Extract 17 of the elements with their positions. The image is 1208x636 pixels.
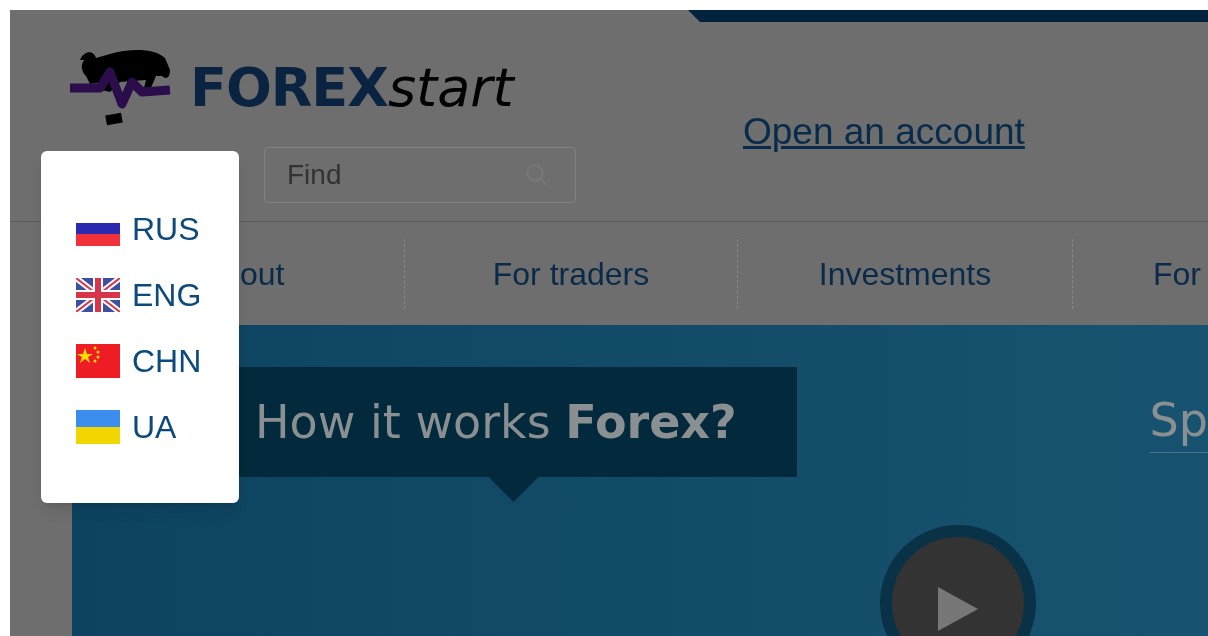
language-option[interactable]: RUS: [76, 212, 239, 246]
language-option[interactable]: CHN: [76, 344, 239, 378]
flag-icon: [76, 344, 120, 378]
nav-link[interactable]: For traders: [492, 249, 650, 298]
open-account-link[interactable]: Open an account: [743, 111, 1025, 152]
hero-title: How it works Forex?: [255, 393, 737, 451]
nav-link[interactable]: Investments: [818, 249, 992, 298]
flag-icon: [76, 278, 120, 312]
search-field[interactable]: Find: [264, 147, 576, 203]
brand-name: FOREXstart: [190, 60, 514, 115]
nav-link[interactable]: For: [1153, 249, 1201, 298]
side-heading: Sp: [1149, 395, 1208, 453]
language-option[interactable]: UA: [76, 410, 239, 444]
flag-icon: [76, 410, 120, 444]
play-icon: [938, 587, 978, 631]
nav-link[interactable]: out: [240, 249, 285, 298]
language-option[interactable]: ENG: [76, 278, 239, 312]
